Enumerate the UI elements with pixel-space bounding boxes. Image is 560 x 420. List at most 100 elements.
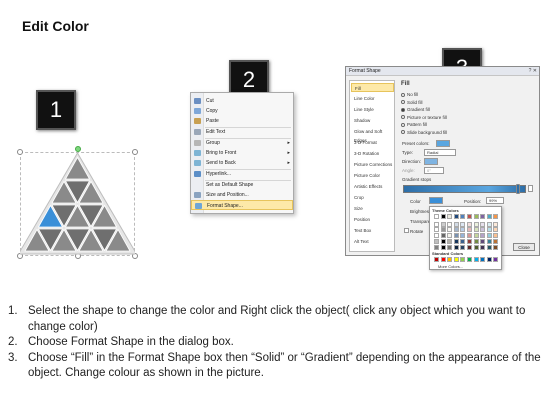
nav-item[interactable]: 3-D Rotation <box>351 149 394 158</box>
color-swatch[interactable] <box>473 227 479 233</box>
color-swatch[interactable] <box>447 257 453 262</box>
color-swatch[interactable] <box>467 244 472 250</box>
color-swatch[interactable] <box>453 221 459 227</box>
color-swatch[interactable] <box>460 214 466 219</box>
color-swatch[interactable] <box>480 233 486 239</box>
fill-option[interactable]: Slide background fill <box>401 129 447 136</box>
color-swatch[interactable] <box>434 233 439 239</box>
angle-input[interactable]: 0° <box>424 167 444 174</box>
nav-item[interactable]: Line Style <box>351 105 394 114</box>
color-swatch[interactable] <box>440 221 446 227</box>
color-swatch[interactable] <box>467 257 472 262</box>
color-swatch[interactable] <box>453 227 459 233</box>
nav-item[interactable]: Fill <box>351 83 394 92</box>
color-swatch[interactable] <box>447 244 453 250</box>
color-swatch[interactable] <box>493 233 499 239</box>
type-select[interactable]: Radial <box>424 149 456 156</box>
nav-item[interactable]: Text Box <box>351 226 394 235</box>
nav-item[interactable]: Artistic Effects <box>351 182 394 191</box>
color-swatch[interactable] <box>434 214 439 219</box>
nav-item[interactable]: Glow and Soft Edges <box>351 127 394 143</box>
close-button[interactable]: Close <box>513 243 535 251</box>
color-swatch[interactable] <box>447 238 453 244</box>
color-swatch[interactable] <box>480 214 486 219</box>
fill-option[interactable]: No fill <box>401 91 418 98</box>
color-swatch[interactable] <box>486 244 492 250</box>
color-swatch[interactable] <box>467 233 472 239</box>
color-swatch[interactable] <box>440 227 446 233</box>
nav-item[interactable]: Crop <box>351 193 394 202</box>
nav-item[interactable]: Position <box>351 215 394 224</box>
color-swatch[interactable] <box>467 214 472 219</box>
color-swatch[interactable] <box>480 257 486 262</box>
menu-item[interactable]: Group ▸ <box>191 138 293 148</box>
more-colors-link[interactable]: More Colors... <box>438 264 463 269</box>
color-swatch[interactable] <box>480 244 486 250</box>
color-swatch[interactable] <box>480 221 486 227</box>
color-swatch[interactable] <box>453 214 459 219</box>
color-swatch[interactable] <box>460 244 466 250</box>
color-swatch[interactable] <box>473 214 479 219</box>
color-swatch[interactable] <box>467 238 472 244</box>
menu-item[interactable]: Cut <box>191 96 293 106</box>
color-swatch[interactable] <box>493 221 499 227</box>
color-swatch[interactable] <box>453 257 459 262</box>
menu-item[interactable]: Size and Position... <box>191 190 293 200</box>
color-swatch[interactable] <box>460 257 466 262</box>
color-swatch[interactable] <box>447 221 453 227</box>
add-stop-button[interactable] <box>528 185 533 192</box>
color-swatch[interactable] <box>434 244 439 250</box>
fill-option[interactable]: Picture or texture fill <box>401 114 447 121</box>
menu-item[interactable]: Bring to Front ▸ <box>191 148 293 158</box>
color-swatch[interactable] <box>434 238 439 244</box>
menu-item[interactable]: Paste <box>191 116 293 126</box>
color-picker[interactable] <box>429 197 443 204</box>
color-swatch[interactable] <box>493 244 499 250</box>
color-swatch[interactable] <box>493 214 499 219</box>
color-swatch[interactable] <box>447 214 453 219</box>
color-swatch[interactable] <box>467 227 472 233</box>
color-swatch[interactable] <box>440 233 446 239</box>
color-swatch[interactable] <box>480 227 486 233</box>
menu-item[interactable]: Send to Back ▸ <box>191 158 293 168</box>
color-swatch[interactable] <box>493 238 499 244</box>
nav-item[interactable]: Alt Text <box>351 237 394 246</box>
menu-item[interactable]: Format Shape... <box>191 200 293 210</box>
radio-button[interactable] <box>401 122 405 127</box>
color-swatch[interactable] <box>473 238 479 244</box>
color-swatch[interactable] <box>453 233 459 239</box>
color-swatch[interactable] <box>473 257 479 262</box>
radio-button[interactable] <box>401 107 405 112</box>
nav-item[interactable]: 3-D Format <box>351 138 394 147</box>
color-swatch[interactable] <box>434 227 439 233</box>
color-swatch[interactable] <box>486 257 492 262</box>
color-swatch[interactable] <box>460 238 466 244</box>
radio-button[interactable] <box>401 92 405 97</box>
color-swatch[interactable] <box>460 227 466 233</box>
color-swatch[interactable] <box>460 233 466 239</box>
radio-button[interactable] <box>401 100 405 104</box>
color-swatch[interactable] <box>453 238 459 244</box>
color-swatch[interactable] <box>434 221 439 227</box>
nav-item[interactable]: Picture Corrections <box>351 160 394 169</box>
color-swatch[interactable] <box>480 238 486 244</box>
position-input[interactable]: 99% <box>486 197 504 204</box>
menu-item[interactable]: Hyperlink... <box>191 169 293 179</box>
color-swatch[interactable] <box>447 227 453 233</box>
nav-item[interactable]: Picture Color <box>351 171 394 180</box>
color-swatch[interactable] <box>453 244 459 250</box>
color-swatch[interactable] <box>473 233 479 239</box>
rotate-checkbox[interactable] <box>404 228 409 233</box>
color-swatch[interactable] <box>493 227 499 233</box>
color-swatch[interactable] <box>486 214 492 219</box>
gradient-stop-handle[interactable] <box>516 184 520 194</box>
color-swatch[interactable] <box>493 257 499 262</box>
nav-item[interactable]: Line Color <box>351 94 394 103</box>
fill-option[interactable]: Gradient fill <box>401 106 430 113</box>
color-swatch[interactable] <box>440 214 446 219</box>
gradient-stops-bar[interactable] <box>403 185 526 193</box>
color-swatch[interactable] <box>473 221 479 227</box>
direction-picker[interactable] <box>424 158 438 165</box>
color-swatch[interactable] <box>440 244 446 250</box>
menu-item[interactable]: Set as Default Shape <box>191 180 293 190</box>
